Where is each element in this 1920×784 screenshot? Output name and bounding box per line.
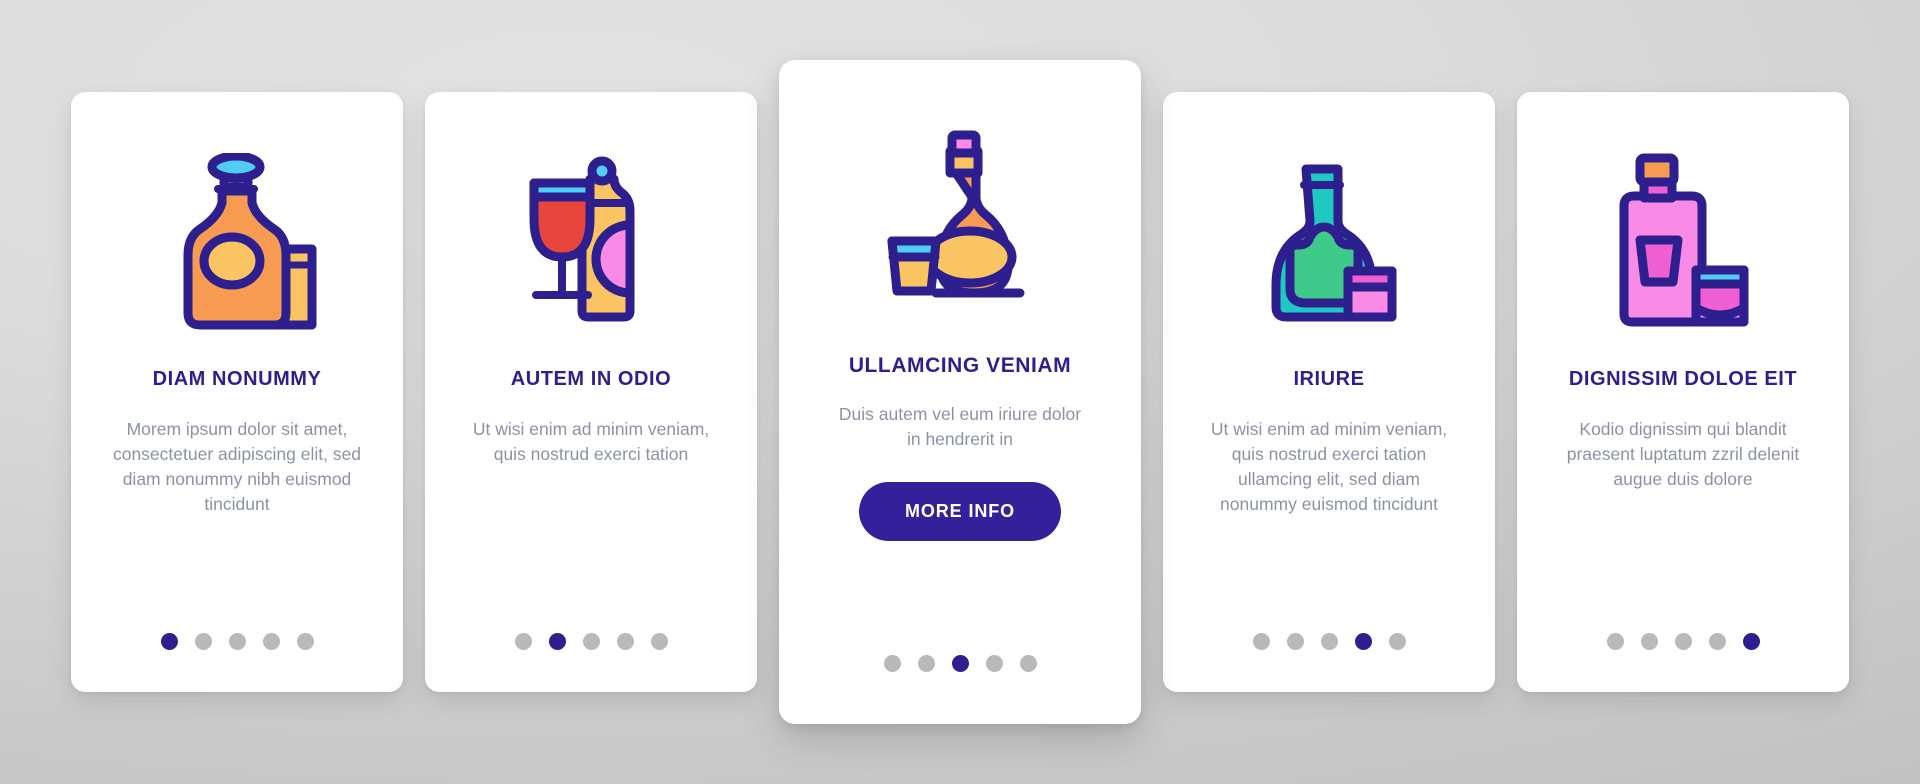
pagination-dot-1[interactable] — [1252, 633, 1270, 650]
card-body-text: Duis autem vel eum iriure dolor in hendr… — [838, 404, 1082, 449]
pagination-dot-1[interactable] — [1606, 633, 1624, 650]
pagination-dot-4[interactable] — [1708, 633, 1726, 650]
pagination-dot-3[interactable] — [582, 633, 600, 650]
pagination-dots[interactable] — [71, 633, 403, 650]
onboarding-card-3[interactable]: ULLAMCING VENIAM Duis autem vel eum iriu… — [779, 60, 1141, 724]
pagination-dot-5[interactable] — [650, 633, 668, 650]
pagination-dot-3[interactable] — [228, 633, 246, 650]
card-body-text: Kodio dignissim qui blandit praesent lup… — [1566, 419, 1800, 489]
pagination-dot-1[interactable] — [160, 633, 178, 650]
card-title: AUTEM IN ODIO — [510, 368, 672, 390]
pagination-dot-3[interactable] — [1674, 633, 1692, 650]
card-body-text: Ut wisi enim ad minim veniam, quis nostr… — [1210, 419, 1448, 514]
pagination-dot-5[interactable] — [1742, 633, 1760, 650]
decanter-and-glass-icon — [95, 118, 379, 368]
onboarding-card-5[interactable]: DIGNISSIM DOLOE EIT Kodio dignissim qui … — [1517, 92, 1849, 692]
more-info-button[interactable]: MORE INFO — [858, 481, 1062, 541]
pagination-dots[interactable] — [425, 633, 757, 650]
pagination-dot-5[interactable] — [1019, 655, 1037, 672]
onboarding-screens-stage: DIAM NONUMMY Morem ipsum dolor sit amet,… — [0, 0, 1920, 784]
pagination-dot-2[interactable] — [1640, 633, 1658, 650]
onboarding-card-2[interactable]: AUTEM IN ODIO Ut wisi enim ad minim veni… — [425, 92, 757, 692]
card-title: DIAM NONUMMY — [152, 368, 322, 390]
pagination-dots[interactable] — [779, 655, 1141, 672]
card-title: ULLAMCING VENIAM — [848, 354, 1072, 377]
pagination-dot-2[interactable] — [194, 633, 212, 650]
cognac-bottle-and-shot-icon — [803, 86, 1117, 354]
card-body-text: Morem ipsum dolor sit amet, consectetuer… — [112, 419, 362, 514]
pagination-dot-4[interactable] — [262, 633, 280, 650]
pagination-dot-3[interactable] — [951, 655, 969, 672]
pagination-dot-5[interactable] — [296, 633, 314, 650]
card-title: DIGNISSIM DOLOE EIT — [1568, 368, 1798, 390]
onboarding-card-1[interactable]: DIAM NONUMMY Morem ipsum dolor sit amet,… — [71, 92, 403, 692]
pagination-dot-1[interactable] — [883, 655, 901, 672]
pagination-dot-2[interactable] — [917, 655, 935, 672]
pagination-dot-4[interactable] — [1354, 633, 1372, 650]
pagination-dots[interactable] — [1163, 633, 1495, 650]
pagination-dot-2[interactable] — [548, 633, 566, 650]
teal-bottle-and-glass-icon — [1187, 118, 1471, 368]
pink-bottle-and-shot-glass-icon — [1541, 118, 1825, 368]
onboarding-card-4[interactable]: IRIURE Ut wisi enim ad minim veniam, qui… — [1163, 92, 1495, 692]
card-title: IRIURE — [1293, 368, 1365, 390]
pagination-dot-1[interactable] — [514, 633, 532, 650]
card-body-text: Ut wisi enim ad minim veniam, quis nostr… — [472, 419, 710, 464]
pagination-dot-4[interactable] — [616, 633, 634, 650]
pagination-dots[interactable] — [1517, 633, 1849, 650]
pagination-dot-3[interactable] — [1320, 633, 1338, 650]
wine-glass-and-bottle-icon — [449, 118, 733, 368]
pagination-dot-5[interactable] — [1388, 633, 1406, 650]
pagination-dot-2[interactable] — [1286, 633, 1304, 650]
pagination-dot-4[interactable] — [985, 655, 1003, 672]
